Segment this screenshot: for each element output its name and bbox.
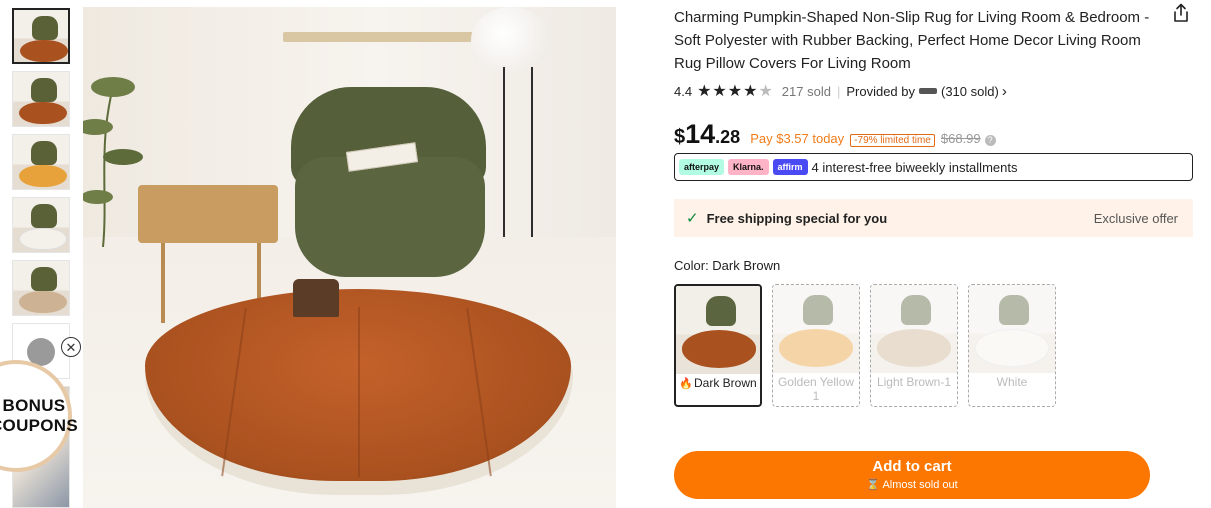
variant-dark-brown[interactable]: 🔥Dark Brown (674, 284, 762, 407)
installments-text: 4 interest-free biweekly installments (811, 159, 1018, 175)
seller-logo-icon (919, 88, 937, 94)
side-table (138, 185, 278, 243)
discount-badge: -79% limited time (850, 134, 935, 147)
provided-by-label: Provided by (846, 83, 915, 99)
product-title: Charming Pumpkin-Shaped Non-Slip Rug for… (674, 9, 1150, 72)
variant-white[interactable]: White (968, 284, 1056, 407)
flame-icon: 🔥 (679, 378, 693, 390)
chevron-right-icon[interactable]: › (1002, 83, 1007, 100)
variant-golden-yellow[interactable]: Golden Yellow 1 (772, 284, 860, 407)
thumbnail-white[interactable] (12, 197, 70, 253)
variant-label: Golden Yellow 1 (777, 375, 855, 403)
checkmark-icon: ✓ (686, 210, 699, 227)
variant-label: White (996, 375, 1028, 389)
color-label: Color: Dark Brown (674, 258, 781, 273)
affirm-logo-icon: affirm (772, 159, 808, 175)
thumbnail-light-brown[interactable] (12, 260, 70, 316)
variant-light-brown[interactable]: Light Brown-1 (870, 284, 958, 407)
floor-lamp (471, 7, 551, 73)
info-icon[interactable]: ? (984, 135, 996, 146)
price-row: $ 14 .28 Pay $3.57 today -79% limited ti… (674, 119, 996, 149)
bonus-line-2: COUPONS (0, 416, 79, 435)
star-rating-icon[interactable]: ★★★★★ (697, 81, 774, 101)
seller-sold-link[interactable]: (310 sold) (941, 84, 999, 99)
variant-label: Dark Brown (694, 376, 757, 390)
share-icon[interactable] (1172, 3, 1190, 23)
installments-banner[interactable]: afterpay Klarna. affirm 4 interest-free … (674, 153, 1193, 181)
thumbnail-dark-brown-2[interactable] (12, 71, 70, 127)
price-decimal: .28 (715, 127, 741, 147)
rug-stem (293, 279, 339, 317)
pay-today: Pay $3.57 today (750, 131, 845, 146)
sold-count: 217 sold (781, 83, 831, 99)
shipping-banner[interactable]: ✓ Free shipping special for you Exclusiv… (674, 199, 1193, 237)
add-to-cart-button[interactable]: Add to cart ⌛ Almost sold out (674, 451, 1150, 499)
price-currency: $ (674, 126, 686, 148)
afterpay-logo-icon: afterpay (679, 159, 725, 175)
add-to-cart-label: Add to cart (872, 458, 952, 475)
almost-sold-out: Almost sold out (882, 479, 958, 491)
price-integer: 14 (685, 119, 716, 149)
main-product-image[interactable] (83, 7, 616, 508)
variant-label: Light Brown-1 (876, 375, 952, 389)
thumbnail-dark-brown[interactable] (12, 8, 70, 64)
rating-row: 4.4 ★★★★★ 217 sold | Provided by (310 so… (674, 81, 1007, 101)
close-icon[interactable]: ✕ (61, 337, 81, 357)
exclusive-offer: Exclusive offer (1093, 210, 1178, 226)
klarna-logo-icon: Klarna. (728, 159, 769, 175)
rating-value: 4.4 (674, 83, 693, 99)
thumbnail-golden-yellow[interactable] (12, 134, 70, 190)
wall-shelf (283, 32, 473, 42)
bonus-line-1: BONUS (2, 396, 66, 415)
shipping-text: Free shipping special for you (706, 210, 888, 226)
original-price: $68.99 (940, 131, 981, 146)
hourglass-icon: ⌛ (866, 479, 881, 491)
